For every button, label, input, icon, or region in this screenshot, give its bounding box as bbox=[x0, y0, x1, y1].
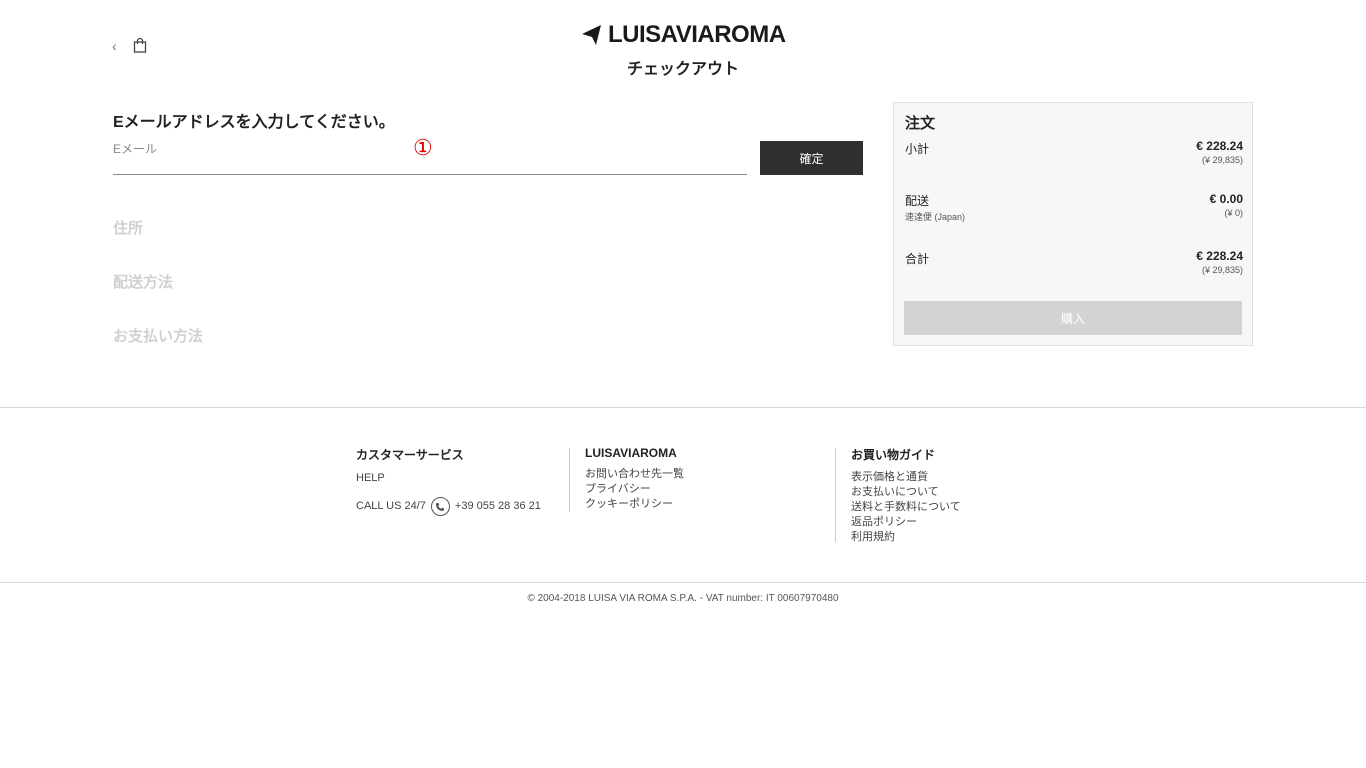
total-label: 合計 bbox=[905, 252, 930, 266]
logo-text: LUISAVIAROMA bbox=[608, 21, 786, 48]
copyright: © 2004-2018 LUISA VIA ROMA S.P.A. - VAT … bbox=[527, 593, 839, 604]
terms-link[interactable]: 利用規約 bbox=[851, 530, 961, 545]
phone-icon bbox=[430, 497, 450, 516]
step-payment-method: お支払い方法 bbox=[113, 328, 204, 345]
prices-currency-link[interactable]: 表示価格と通貨 bbox=[851, 470, 961, 485]
return-policy-link[interactable]: 返品ポリシー bbox=[851, 515, 961, 530]
subtotal-yen: (¥ 29,835) bbox=[1201, 155, 1243, 165]
shipping-method: 速達便 (Japan) bbox=[905, 212, 966, 222]
footer-brand: LUISAVIAROMA お問い合わせ先一覧 プライバシー クッキーポリシー bbox=[585, 446, 684, 512]
subtotal-label: 小計 bbox=[905, 142, 930, 156]
call-us-row: CALL US 24/7 +39 055 28 36 21 bbox=[356, 497, 541, 516]
footer-guide: お買い物ガイド 表示価格と通貨 お支払いについて 送料と手数料について 返品ポリ… bbox=[851, 446, 961, 545]
brand-heading: LUISAVIAROMA bbox=[585, 446, 677, 460]
privacy-link[interactable]: プライバシー bbox=[585, 482, 684, 497]
order-summary: 注文 小計 € 228.24 (¥ 29,835) 配送 速達便 (Japan)… bbox=[893, 102, 1253, 346]
subtotal-value: € 228.24 bbox=[1196, 139, 1243, 153]
shipping-fees-link[interactable]: 送料と手数料について bbox=[851, 500, 961, 515]
order-title: 注文 bbox=[905, 115, 936, 132]
footer-separator-2 bbox=[835, 448, 836, 542]
shipping-label: 配送 bbox=[905, 194, 930, 208]
shopping-bag-icon[interactable] bbox=[133, 37, 147, 53]
logo-mark-icon bbox=[582, 25, 601, 45]
payment-info-link[interactable]: お支払いについて bbox=[851, 485, 961, 500]
customer-service-heading: カスタマーサービス bbox=[356, 448, 464, 462]
help-link[interactable]: HELP bbox=[356, 471, 541, 486]
contact-list-link[interactable]: お問い合わせ先一覧 bbox=[585, 467, 684, 482]
footer-separator-1 bbox=[569, 448, 570, 512]
confirm-button[interactable]: 確定 bbox=[760, 141, 863, 175]
page-title: チェックアウト bbox=[626, 61, 739, 78]
cookie-policy-link[interactable]: クッキーポリシー bbox=[585, 497, 684, 512]
annotation-marker: ① bbox=[413, 136, 433, 161]
buy-button[interactable]: 購入 bbox=[904, 301, 1242, 335]
step-shipping-method: 配送方法 bbox=[113, 274, 174, 291]
footer-divider-top bbox=[0, 407, 1366, 408]
total-yen: (¥ 29,835) bbox=[1201, 265, 1243, 275]
footer-customer-service: カスタマーサービス HELP CALL US 24/7 +39 055 28 3… bbox=[356, 446, 541, 516]
total-value: € 228.24 bbox=[1196, 249, 1243, 263]
logo[interactable]: LUISAVIAROMA bbox=[582, 21, 786, 48]
back-icon[interactable]: ‹ bbox=[112, 38, 124, 54]
shipping-value: € 0.00 bbox=[1209, 192, 1243, 206]
step-address: 住所 bbox=[113, 220, 144, 237]
footer-divider-bottom bbox=[0, 582, 1366, 583]
shipping-yen: (¥ 0) bbox=[1224, 208, 1243, 218]
call-us-label: CALL US 24/7 bbox=[356, 500, 426, 512]
phone-number[interactable]: +39 055 28 36 21 bbox=[455, 499, 541, 514]
email-heading: Eメールアドレスを入力してください。 bbox=[113, 114, 395, 131]
guide-heading: お買い物ガイド bbox=[851, 448, 936, 462]
